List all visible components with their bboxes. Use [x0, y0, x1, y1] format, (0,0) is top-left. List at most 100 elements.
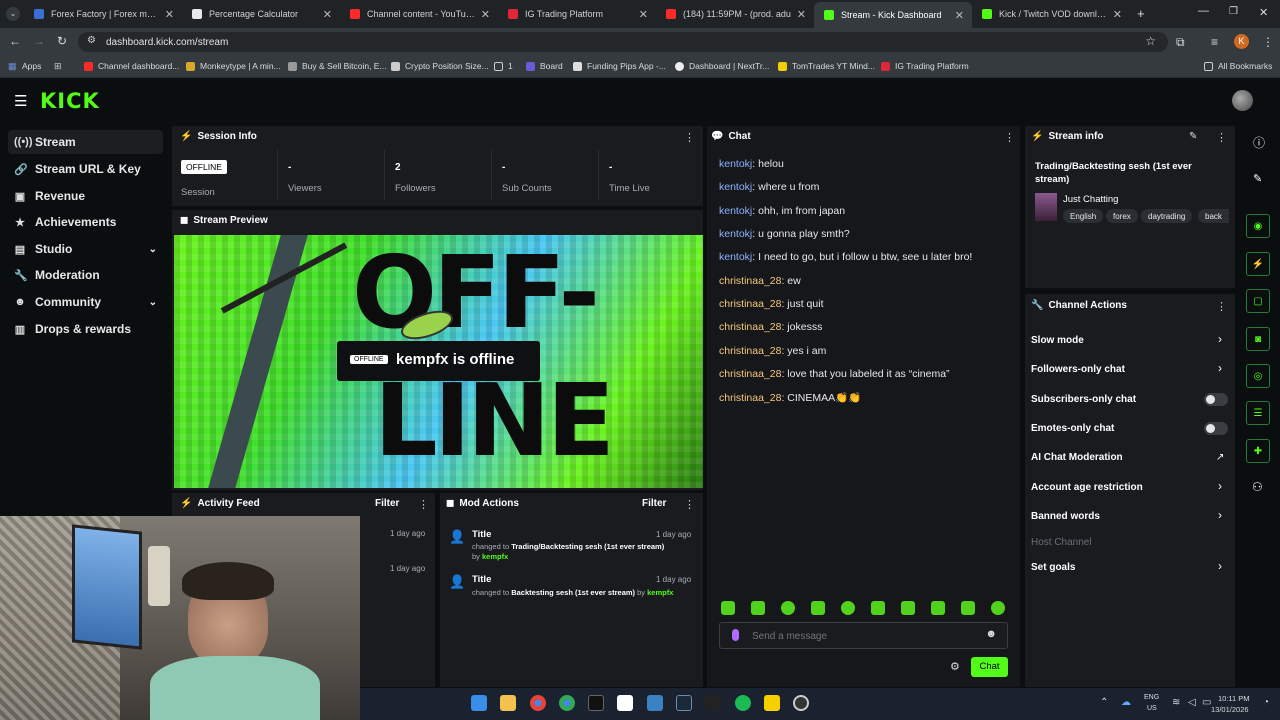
chat-username[interactable]: kentokj — [719, 158, 752, 170]
browser-tab[interactable]: Channel content - YouTube Stu ✕ — [340, 4, 498, 24]
file-explorer-icon[interactable] — [500, 695, 516, 711]
kebab-menu-icon[interactable]: ⋮ — [1216, 131, 1227, 144]
widget-broadcast-icon[interactable]: ◎ — [1246, 364, 1270, 388]
stream-tag[interactable]: back — [1198, 209, 1229, 223]
tray-chevron-icon[interactable]: ⌃ — [1100, 697, 1108, 708]
close-icon[interactable]: ✕ — [639, 8, 648, 21]
bookmark-item[interactable]: Buy & Sell Bitcoin, E... — [288, 61, 387, 71]
widget-wrench-icon[interactable]: ✚ — [1246, 439, 1270, 463]
sidebar-item-moderation[interactable]: 🔧 Moderation — [8, 263, 163, 287]
widget-layers-icon[interactable]: ☰ — [1246, 401, 1270, 425]
widget-card-icon[interactable]: ▢ — [1246, 289, 1270, 313]
chat-username[interactable]: christinaa_28 — [719, 368, 781, 380]
mod-username[interactable]: kempfx — [647, 588, 673, 597]
new-tab-icon[interactable]: + — [1137, 6, 1145, 21]
edit-pencil-icon[interactable]: ✎ — [1189, 131, 1197, 142]
browser-tab[interactable]: Kick / Twitch VOD downloader ✕ — [972, 4, 1130, 24]
set-goals-option[interactable]: Set goals — [1031, 562, 1075, 573]
bookmark-folder[interactable]: 1 — [494, 61, 513, 71]
chat-username[interactable]: kentokj — [719, 181, 752, 193]
maximize-icon[interactable]: ❐ — [1229, 6, 1238, 17]
tray-cloud-icon[interactable]: ☁ — [1121, 697, 1131, 708]
kebab-menu-icon[interactable]: ⋮ — [684, 131, 695, 144]
chrome-icon[interactable] — [559, 695, 575, 711]
capcut-icon[interactable] — [705, 695, 721, 711]
ai-moderation-option[interactable]: AI Chat Moderation — [1031, 452, 1123, 463]
mod-filter-button[interactable]: Filter — [642, 498, 666, 509]
category-name[interactable]: Just Chatting — [1063, 194, 1118, 205]
grid-icon[interactable]: ⊞ — [54, 61, 62, 72]
chat-username[interactable]: christinaa_28 — [719, 345, 781, 357]
emote-icon[interactable] — [811, 601, 825, 615]
tab-search-icon[interactable]: ⌄ — [6, 7, 20, 21]
browser-menu-icon[interactable]: ⋮ — [1262, 35, 1274, 49]
bookmark-item[interactable]: Dashboard | NextTr... — [675, 61, 769, 71]
info-icon[interactable]: ⓘ — [1253, 134, 1265, 151]
sidebar-item-community[interactable]: ☻ Community ⌄ — [8, 290, 163, 314]
sidebar-item-achievements[interactable]: ★ Achievements — [8, 210, 163, 234]
profile-avatar[interactable]: K — [1234, 34, 1249, 49]
emote-icon[interactable] — [991, 601, 1005, 615]
minimize-icon[interactable]: — — [1198, 5, 1209, 17]
bookmark-item[interactable]: Board — [526, 61, 563, 71]
media-icon[interactable]: ≡ — [1211, 35, 1218, 49]
stream-tag[interactable]: English — [1063, 209, 1104, 223]
spotify-icon[interactable] — [735, 695, 751, 711]
chevron-right-icon[interactable]: › — [1218, 361, 1222, 375]
emotes-only-toggle[interactable] — [1204, 422, 1228, 435]
sidebar-item-revenue[interactable]: ▣ Revenue — [8, 184, 163, 208]
close-icon[interactable]: ✕ — [1113, 8, 1122, 21]
bookmark-item[interactable]: IG Trading Platform — [881, 61, 969, 71]
banned-words-option[interactable]: Banned words — [1031, 511, 1100, 522]
bookmark-item[interactable]: Apps — [22, 61, 41, 71]
chrome-icon[interactable] — [530, 695, 546, 711]
chat-username[interactable]: kentokj — [719, 251, 752, 263]
kebab-menu-icon[interactable]: ⋮ — [684, 498, 695, 511]
account-age-option[interactable]: Account age restriction — [1031, 482, 1143, 493]
slow-mode-option[interactable]: Slow mode — [1031, 335, 1084, 346]
bookmark-item[interactable]: Monkeytype | A min... — [186, 61, 281, 71]
user-avatar[interactable] — [1232, 90, 1253, 111]
hamburger-menu-icon[interactable]: ☰ — [14, 92, 27, 110]
bookmark-item[interactable]: Funding Pips App -... — [573, 61, 666, 71]
bookmark-item[interactable]: Crypto Position Size... — [391, 61, 489, 71]
sidebar-item-stream-url-key[interactable]: 🔗 Stream URL & Key — [8, 157, 163, 181]
close-icon[interactable]: ✕ — [481, 8, 490, 21]
chat-username[interactable]: christinaa_28 — [719, 275, 781, 287]
bookmark-item[interactable]: Channel dashboard... — [84, 61, 179, 71]
chevron-right-icon[interactable]: › — [1218, 332, 1222, 346]
stream-tag[interactable]: forex — [1106, 209, 1138, 223]
emote-icon[interactable] — [841, 601, 855, 615]
chat-username[interactable]: christinaa_28 — [719, 321, 781, 333]
chat-username[interactable]: kentokj — [719, 228, 752, 240]
close-icon[interactable]: ✕ — [955, 9, 964, 22]
apps-grid-icon[interactable]: ▦ — [8, 61, 17, 72]
chevron-right-icon[interactable]: › — [1218, 559, 1222, 573]
photos-icon[interactable] — [647, 695, 663, 711]
forward-icon[interactable]: → — [33, 34, 45, 48]
chat-message-input[interactable] — [752, 628, 972, 644]
extensions-icon[interactable]: ⧉ — [1176, 35, 1185, 50]
chevron-right-icon[interactable]: › — [1218, 479, 1222, 493]
widget-chat-icon[interactable]: ◙ — [1246, 327, 1270, 351]
volume-icon[interactable]: ◁ — [1188, 697, 1196, 708]
browser-tab[interactable]: Percentage Calculator ✕ — [182, 4, 340, 24]
back-icon[interactable]: ← — [9, 34, 21, 48]
chat-username[interactable]: kentokj — [719, 205, 752, 217]
bookmark-item[interactable]: TomTrades YT Mind... — [778, 61, 875, 71]
mod-username[interactable]: kempfx — [482, 552, 508, 561]
tradingview-icon[interactable] — [588, 695, 604, 711]
emote-icon[interactable] — [781, 601, 795, 615]
all-bookmarks[interactable]: All Bookmarks — [1204, 61, 1272, 71]
obs-icon[interactable] — [793, 695, 809, 711]
widget-moderation-icon[interactable]: ◉ — [1246, 214, 1270, 238]
emote-icon[interactable] — [931, 601, 945, 615]
kick-logo[interactable]: KICK — [40, 89, 100, 113]
stream-tag[interactable]: daytrading — [1141, 209, 1193, 223]
sticky-notes-icon[interactable] — [764, 695, 780, 711]
browser-tab[interactable]: IG Trading Platform ✕ — [498, 4, 656, 24]
close-icon[interactable]: ✕ — [797, 8, 806, 21]
pencil-icon[interactable]: ✎ — [1253, 172, 1262, 185]
emoji-icon[interactable]: ☻ — [985, 628, 997, 640]
reload-icon[interactable]: ↻ — [57, 34, 67, 48]
